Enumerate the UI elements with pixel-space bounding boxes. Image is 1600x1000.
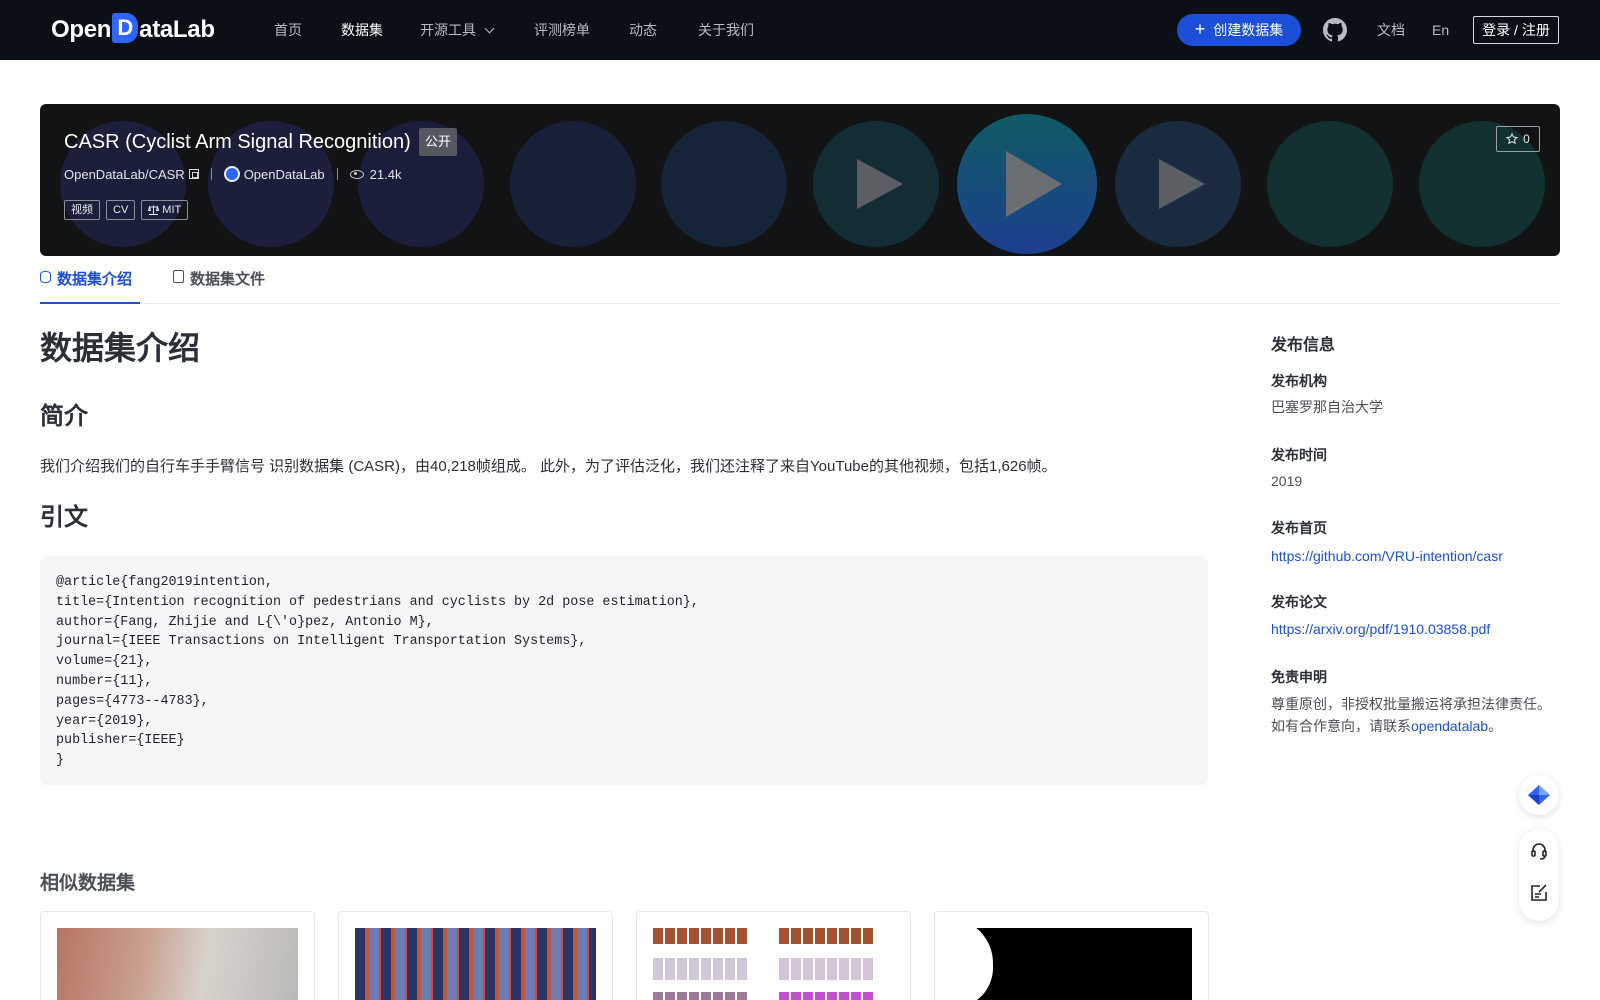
eye-icon xyxy=(349,169,364,179)
tag-license[interactable]: MIT xyxy=(141,200,189,220)
view-count: 21.4k xyxy=(369,166,402,182)
intro-text: 我们介绍我们的自行车手手臂信号 识别数据集 (CASR)，由40,218帧组成。… xyxy=(40,458,1057,475)
publish-info-title: 发布信息 xyxy=(1271,337,1336,354)
similar-dataset-card[interactable] xyxy=(934,911,1209,1000)
thumbnail-strip xyxy=(653,928,749,944)
docs-link[interactable]: 文档 xyxy=(1377,20,1405,40)
publish-time-value: 2019 xyxy=(1271,473,1303,489)
similar-dataset-card[interactable] xyxy=(40,911,315,1000)
tag-cv[interactable]: CV xyxy=(106,200,136,220)
homepage-label: 发布首页 xyxy=(1271,520,1327,536)
preview-bubble xyxy=(510,121,636,247)
thumbnail-strip xyxy=(653,992,749,1000)
play-icon[interactable] xyxy=(1006,151,1062,217)
thumbnail-strip xyxy=(653,958,749,980)
license-label: MIT xyxy=(162,204,182,216)
divider xyxy=(336,168,338,180)
publisher-value: 巴塞罗那自治大学 xyxy=(1271,399,1383,415)
logo-text-open: Open xyxy=(51,16,112,43)
dataset-thumbnail xyxy=(57,928,298,1000)
similar-dataset-card[interactable] xyxy=(338,911,613,1000)
visibility-badge: 公开 xyxy=(419,128,458,156)
disclaimer-line-2: 如有合作意向，请联系opendatalab。 xyxy=(1271,715,1561,737)
create-dataset-label: 创建数据集 xyxy=(1213,22,1284,38)
nav-news[interactable]: 动态 xyxy=(629,20,657,40)
paper-link[interactable]: https://arxiv.org/pdf/1910.03858.pdf xyxy=(1271,621,1490,637)
disclaimer-text: 尊重原创，非授权批量搬运将承担法律责任。 如有合作意向，请联系opendatal… xyxy=(1271,693,1561,737)
homepage-link[interactable]: https://github.com/VRU-intention/casr xyxy=(1271,548,1503,564)
dataset-tabs: 数据集介绍 数据集文件 xyxy=(40,266,1560,304)
floating-toolbar xyxy=(1519,829,1559,921)
github-icon[interactable] xyxy=(1323,18,1347,42)
disclaimer-line-1: 尊重原创，非授权批量搬运将承担法律责任。 xyxy=(1271,696,1551,712)
org-avatar xyxy=(223,166,240,182)
create-dataset-button[interactable]: + 创建数据集 xyxy=(1177,14,1301,46)
nav-opensource-tools[interactable]: 开源工具 xyxy=(420,20,495,40)
scale-icon xyxy=(148,205,160,215)
citation-code-block: @article{fang2019intention, title={Inten… xyxy=(40,556,1208,785)
preview-bubble xyxy=(1267,121,1393,247)
citation-heading: 引文 xyxy=(40,504,88,531)
thumbnail-strip xyxy=(779,928,875,944)
disclaimer-prefix: 如有合作意向，请联系 xyxy=(1271,718,1411,734)
dataset-meta: OpenDataLab/CASR OpenDataLab 21.4k xyxy=(64,166,401,182)
dataset-thumbnail xyxy=(653,928,894,1000)
star-count: 0 xyxy=(1523,132,1530,146)
play-icon xyxy=(857,159,903,209)
nav-home[interactable]: 首页 xyxy=(274,20,302,40)
language-switch[interactable]: En xyxy=(1432,20,1449,40)
disclaimer-label: 免责申明 xyxy=(1271,669,1327,685)
publisher-label: 发布机构 xyxy=(1271,373,1327,389)
dataset-thumbnail xyxy=(935,918,1192,1000)
site-logo[interactable]: Open DataLab xyxy=(51,13,215,46)
org-name[interactable]: OpenDataLab xyxy=(244,167,325,182)
similar-dataset-card[interactable] xyxy=(636,911,911,1000)
tab-dataset-files-label: 数据集文件 xyxy=(190,271,266,288)
paper-label: 发布论文 xyxy=(1271,594,1327,610)
preview-bubble xyxy=(661,121,787,247)
file-icon xyxy=(173,270,184,283)
nav-about[interactable]: 关于我们 xyxy=(698,20,754,40)
tag-video[interactable]: 视频 xyxy=(64,200,100,220)
nav-opensource-tools-label: 开源工具 xyxy=(420,22,476,38)
intro-heading: 简介 xyxy=(40,403,88,430)
citation-code: @article{fang2019intention, title={Inten… xyxy=(56,575,699,769)
disclaimer-suffix: 。 xyxy=(1488,718,1503,734)
star-button[interactable]: 0 xyxy=(1496,126,1540,152)
chevron-down-icon xyxy=(484,23,495,34)
star-icon xyxy=(1506,133,1519,145)
dataset-title: CASR (Cyclist Arm Signal Recognition) xyxy=(64,131,411,153)
page-title: 数据集介绍 xyxy=(40,330,201,366)
dataset-thumbnail xyxy=(355,928,596,1000)
headset-icon[interactable] xyxy=(1529,841,1549,861)
divider xyxy=(210,168,212,180)
thumbnail-shape xyxy=(935,918,993,1000)
top-navbar: Open DataLab 首页 数据集 开源工具 评测榜单 动态 关于我们 + 创… xyxy=(0,0,1600,60)
thumbnail-strip xyxy=(779,992,875,1000)
nav-leaderboard[interactable]: 评测榜单 xyxy=(534,20,590,40)
tab-dataset-intro[interactable]: 数据集介绍 xyxy=(40,268,140,304)
assistant-button[interactable] xyxy=(1519,775,1559,815)
nav-datasets[interactable]: 数据集 xyxy=(341,20,383,40)
thumbnail-strip xyxy=(779,958,875,980)
logo-text-datalab: ataLab xyxy=(139,16,215,43)
feedback-icon[interactable] xyxy=(1529,883,1549,903)
plus-icon: + xyxy=(1194,19,1206,39)
play-icon xyxy=(1159,159,1205,209)
tab-dataset-intro-label: 数据集介绍 xyxy=(57,271,133,288)
login-register-button[interactable]: 登录 / 注册 xyxy=(1473,16,1559,44)
publish-time-label: 发布时间 xyxy=(1271,447,1327,463)
tab-dataset-files[interactable]: 数据集文件 xyxy=(173,268,265,304)
logo-mark: D xyxy=(112,13,139,43)
copy-icon[interactable] xyxy=(188,169,199,179)
repo-name: OpenDataLab/CASR xyxy=(64,166,185,182)
database-icon xyxy=(40,271,51,283)
tag-list: 视频 CV MIT xyxy=(64,200,189,220)
assistant-icon xyxy=(1528,785,1550,805)
similar-datasets-heading: 相似数据集 xyxy=(40,873,136,894)
contact-link[interactable]: opendatalab xyxy=(1411,718,1488,734)
dataset-banner: CASR (Cyclist Arm Signal Recognition) 公开… xyxy=(40,104,1560,256)
